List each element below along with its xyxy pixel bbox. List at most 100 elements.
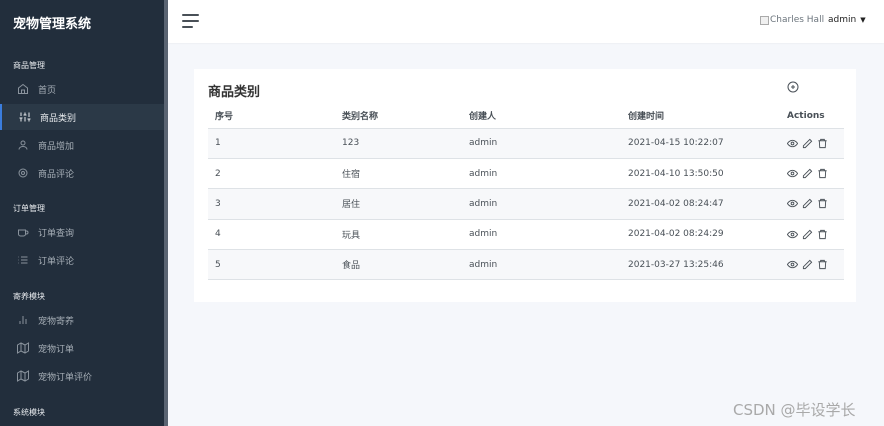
table-row: 3 居住 admin 2021-04-02 08:24:47 xyxy=(208,188,844,220)
cell-name: 居住 xyxy=(335,188,462,220)
sidebar-scrollbar[interactable] xyxy=(164,0,168,426)
eye-icon[interactable] xyxy=(787,259,798,270)
sidebar-item-label: 订单评论 xyxy=(38,256,75,267)
list-icon xyxy=(17,254,29,266)
category-table: 序号 类别名称 创建人 创建时间 Actions 1 123 admin 2021-0… xyxy=(208,104,844,281)
gear-icon xyxy=(17,167,29,179)
sidebar-section-title: 寄养模块 xyxy=(13,292,45,301)
sidebar-item-home[interactable]: 首页 xyxy=(0,76,164,102)
eye-icon[interactable] xyxy=(787,168,798,179)
cell-actions xyxy=(780,128,844,159)
avatar[interactable]: Charles Hall xyxy=(760,15,824,25)
chevron-down-icon: ▼ xyxy=(860,16,866,24)
topbar: Charles Hall admin ▼ xyxy=(168,0,884,43)
cell-creator: admin xyxy=(462,219,621,251)
trash-icon[interactable] xyxy=(817,198,828,209)
cell-name: 住宿 xyxy=(335,158,462,190)
column-header-actions: Actions xyxy=(780,104,844,129)
sliders-icon xyxy=(19,111,31,123)
table-row: 1 123 admin 2021-04-15 10:22:07 xyxy=(208,128,844,159)
sidebar-brand[interactable]: 宠物管理系统 xyxy=(13,13,91,32)
edit-icon[interactable] xyxy=(802,198,813,209)
table-header-row: 序号 类别名称 创建人 创建时间 Actions xyxy=(208,104,844,129)
sidebar-item-label: 订单查询 xyxy=(38,228,75,239)
edit-icon[interactable] xyxy=(802,168,813,179)
cell-created: 2021-03-27 13:25:46 xyxy=(621,249,780,281)
sidebar-item-label: 首页 xyxy=(38,85,57,96)
row-actions xyxy=(787,229,844,240)
cell-creator: admin xyxy=(462,249,621,281)
sidebar-item-label: 商品增加 xyxy=(38,141,75,152)
cell-name: 玩具 xyxy=(335,219,462,251)
eye-icon[interactable] xyxy=(787,198,798,209)
broken-image-icon xyxy=(760,15,769,25)
map-icon xyxy=(17,342,29,354)
menu-toggle-icon[interactable] xyxy=(182,14,199,28)
sidebar-item-category[interactable]: 商品类别 xyxy=(0,104,164,130)
cell-actions xyxy=(780,158,844,190)
sidebar-section-title: 系统模块 xyxy=(13,408,45,417)
sidebar-item-order-search[interactable]: 订单查询 xyxy=(0,219,164,245)
trash-icon[interactable] xyxy=(817,229,828,240)
row-actions xyxy=(787,138,844,149)
cell-name: 123 xyxy=(335,128,462,159)
cell-created: 2021-04-15 10:22:07 xyxy=(621,128,780,159)
coffee-icon xyxy=(17,226,29,238)
sidebar-item-foster[interactable]: 宠物寄养 xyxy=(0,307,164,333)
add-circle-icon[interactable] xyxy=(787,81,799,93)
username: admin xyxy=(828,15,857,25)
scrollbar-thumb[interactable] xyxy=(164,0,168,426)
table-row: 5 食品 admin 2021-03-27 13:25:46 xyxy=(208,249,844,281)
sidebar-item-label: 商品评论 xyxy=(38,169,75,180)
cell-id: 3 xyxy=(208,188,335,220)
sidebar-item-order-comments[interactable]: 订单评论 xyxy=(0,247,164,273)
sidebar-item-comments[interactable]: 商品评论 xyxy=(0,160,164,186)
cell-creator: admin xyxy=(462,158,621,190)
column-header-id: 序号 xyxy=(208,104,335,129)
column-header-name: 类别名称 xyxy=(335,104,462,129)
edit-icon[interactable] xyxy=(802,229,813,240)
sidebar-item-label: 宠物订单 xyxy=(38,344,75,355)
sidebar-item-add[interactable]: 商品增加 xyxy=(0,132,164,158)
cell-created: 2021-04-02 08:24:47 xyxy=(621,188,780,220)
sidebar-item-pet-orders[interactable]: 宠物订单 xyxy=(0,335,164,361)
bar-chart-icon xyxy=(17,314,29,326)
edit-icon[interactable] xyxy=(802,259,813,270)
trash-icon[interactable] xyxy=(817,168,828,179)
eye-icon[interactable] xyxy=(787,229,798,240)
avatar-alt-text: Charles Hall xyxy=(770,15,825,25)
edit-icon[interactable] xyxy=(802,138,813,149)
page-title: 商品类别 xyxy=(208,85,261,100)
home-icon xyxy=(17,83,29,95)
cell-created: 2021-04-02 08:24:29 xyxy=(621,219,780,251)
cell-actions xyxy=(780,188,844,220)
sidebar-section-title: 商品管理 xyxy=(13,61,45,70)
column-header-creator: 创建人 xyxy=(462,104,621,129)
cell-id: 4 xyxy=(208,219,335,251)
eye-icon[interactable] xyxy=(787,138,798,149)
cell-created: 2021-04-10 13:50:50 xyxy=(621,158,780,190)
cell-id: 1 xyxy=(208,128,335,159)
sidebar-item-pet-order-review[interactable]: 宠物订单评价 xyxy=(0,363,164,389)
map-icon xyxy=(17,370,29,382)
cell-actions xyxy=(780,219,844,251)
cell-creator: admin xyxy=(462,188,621,220)
trash-icon[interactable] xyxy=(817,259,828,270)
sidebar-item-label: 宠物订单评价 xyxy=(38,372,93,383)
column-header-created: 创建时间 xyxy=(621,104,780,129)
sidebar: 宠物管理系统 商品管理 首页 商品类别 商品增加 商品评论 订单管理 订单查询 xyxy=(0,0,164,426)
sidebar-section-title: 订单管理 xyxy=(13,204,45,213)
table-row: 2 住宿 admin 2021-04-10 13:50:50 xyxy=(208,158,844,190)
watermark: CSDN @毕设学长 xyxy=(733,401,856,419)
row-actions xyxy=(787,198,844,209)
cell-id: 2 xyxy=(208,158,335,190)
user-dropdown[interactable]: admin ▼ xyxy=(828,15,866,25)
user-icon xyxy=(17,139,29,151)
sidebar-item-label: 商品类别 xyxy=(40,113,77,124)
trash-icon[interactable] xyxy=(817,138,828,149)
sidebar-item-label: 宠物寄养 xyxy=(38,316,75,327)
category-card: 商品类别 序号 类别名称 创建人 创建时间 Actions 1 123 admin 2… xyxy=(194,69,856,302)
cell-id: 5 xyxy=(208,249,335,281)
cell-actions xyxy=(780,249,844,281)
row-actions xyxy=(787,168,844,179)
